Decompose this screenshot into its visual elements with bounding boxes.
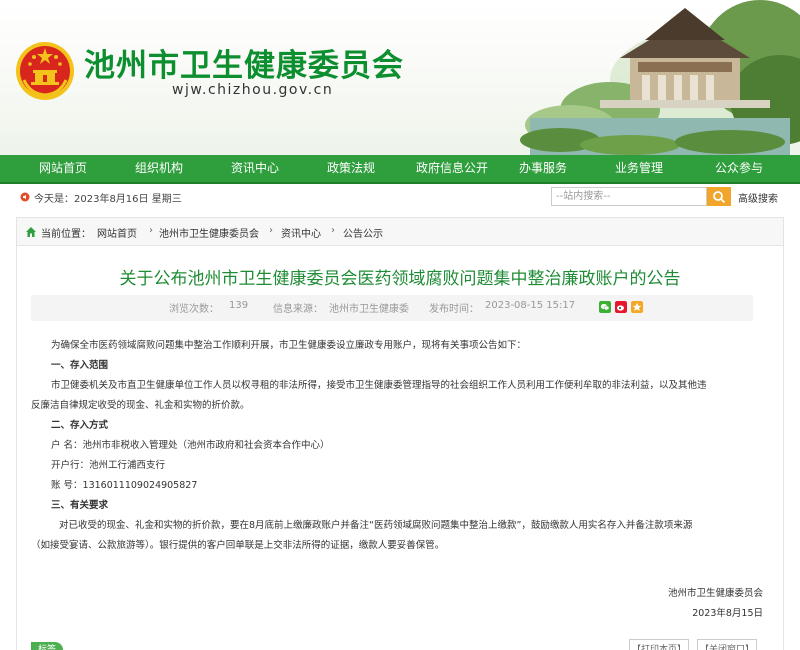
pavilion-scenery-image (520, 0, 800, 155)
site-url: wjw.chizhou.gov.cn (172, 82, 334, 98)
article-body: 为确保全市医药领域腐败问题集中整治工作顺利开展，市卫生健康委设立廉政专用账户，现… (31, 336, 763, 624)
breadcrumb-label: 当前位置： (41, 229, 91, 240)
breadcrumb-item-news[interactable]: 资讯中心 (281, 225, 321, 240)
qzone-share-icon[interactable] (631, 301, 643, 313)
national-emblem-icon (16, 42, 74, 100)
breadcrumb-separator: › (149, 225, 153, 236)
search-input[interactable] (551, 187, 707, 206)
nav-item-public[interactable]: 公众参与 (694, 155, 784, 182)
breadcrumb-separator: › (331, 225, 335, 236)
nav-item-news[interactable]: 资讯中心 (210, 155, 300, 182)
section-heading: 一、存入范围 (51, 360, 109, 371)
breadcrumb: 当前位置： 网站首页 › 池州市卫生健康委员会 › 资讯中心 › 公告公示 (17, 218, 783, 246)
search-button[interactable] (707, 187, 731, 206)
breadcrumb-separator: › (269, 225, 273, 236)
article-meta: 浏览次数： 139 信息来源： 池州市卫生健康委 发布时间： 2023-08-1… (31, 295, 753, 321)
nav-item-business[interactable]: 业务管理 (594, 155, 684, 182)
article-paragraph: （如接受宴请、公款旅游等）。银行提供的客户回单联是上交非法所得的证据，缴款人要妥… (31, 540, 445, 551)
account-bank: 开户行：池州工行浦西支行 (51, 460, 166, 471)
views-count: 139 (229, 300, 249, 311)
breadcrumb-item-notices[interactable]: 公告公示 (343, 225, 383, 240)
article-paragraph: 对已收受的现金、礼金和实物的折价款，要在8月底前上缴廉政账户并备注“医药领域腐败… (59, 520, 693, 531)
time-value: 2023-08-15 15:17 (485, 300, 576, 311)
today-date: 今天是：2023年8月16日 星期三 (34, 194, 182, 205)
nav-item-organization[interactable]: 组织机构 (114, 155, 204, 182)
site-title: 池州市卫生健康委员会 (84, 48, 404, 84)
nav-item-policy[interactable]: 政策法规 (306, 155, 396, 182)
main-nav: 网站首页 组织机构 资讯中心 政策法规 政府信息公开 办事服务 业务管理 公众参… (0, 155, 800, 184)
nav-item-services[interactable]: 办事服务 (498, 155, 588, 182)
article-paragraph: 为确保全市医药领域腐败问题集中整治工作顺利开展，市卫生健康委设立廉政专用账户，现… (51, 340, 527, 351)
section-heading: 二、存入方式 (51, 420, 109, 431)
search-icon (713, 190, 726, 203)
account-number: 账 号：1316011109024905827 (51, 480, 198, 491)
tag-label: 标签 (31, 642, 63, 650)
article-container: 当前位置： 网站首页 › 池州市卫生健康委员会 › 资讯中心 › 公告公示 关于… (16, 217, 784, 650)
breadcrumb-item-commission[interactable]: 池州市卫生健康委员会 (159, 225, 259, 240)
article-sign-date: 2023年8月15日 (692, 608, 763, 619)
close-window-button[interactable]: 【关闭窗口】 (697, 639, 757, 650)
breadcrumb-item-home[interactable]: 网站首页 (97, 225, 137, 240)
print-button[interactable]: 【打印本页】 (629, 639, 689, 650)
article-paragraph: 市卫健委机关及市直卫生健康单位工作人员以权寻租的非法所得，接受市卫生健康委管理指… (51, 380, 707, 391)
site-header: 池州市卫生健康委员会 wjw.chizhou.gov.cn (0, 0, 800, 155)
views-label: 浏览次数： (169, 304, 219, 315)
home-icon (26, 227, 36, 237)
speaker-icon (20, 192, 30, 202)
nav-item-home[interactable]: 网站首页 (18, 155, 108, 182)
article-title: 关于公布池州市卫生健康委员会医药领域腐败问题集中整治廉政账户的公告 (119, 269, 681, 289)
nav-item-gov-info[interactable]: 政府信息公开 (402, 155, 502, 182)
wechat-share-icon[interactable] (599, 301, 611, 313)
section-heading: 三、有关要求 (51, 500, 109, 511)
time-label: 发布时间： (429, 304, 479, 315)
source-value: 池州市卫生健康委 (329, 304, 409, 315)
source-label: 信息来源： (273, 304, 323, 315)
advanced-search-link[interactable]: 高级搜索 (738, 190, 778, 205)
weibo-share-icon[interactable] (615, 301, 627, 313)
account-name: 户 名：池州市非税收入管理处（池州市政府和社会资本合作中心） (51, 440, 330, 451)
article-paragraph: 反廉洁自律规定收受的现金、礼金和实物的折价款。 (31, 400, 250, 411)
article-signature: 池州市卫生健康委员会 (667, 588, 763, 599)
